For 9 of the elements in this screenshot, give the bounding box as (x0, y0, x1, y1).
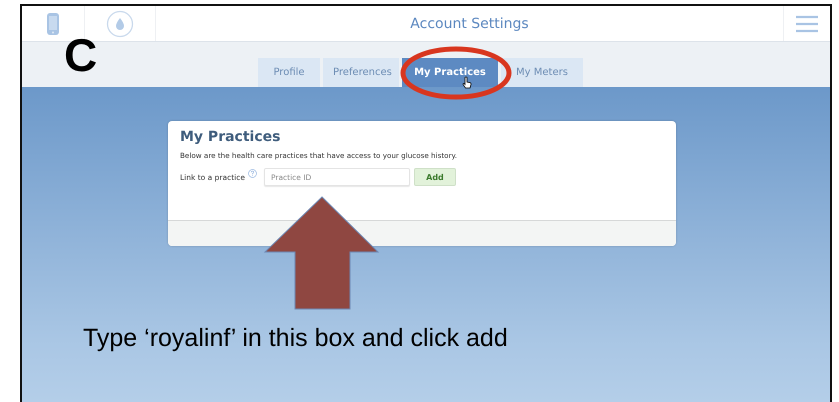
card-title: My Practices (180, 129, 282, 145)
tab[interactable]: Preferences (323, 58, 399, 87)
add-button[interactable]: Add (414, 168, 456, 186)
tab[interactable]: Profile (258, 58, 320, 87)
tab[interactable]: My Meters (501, 58, 583, 87)
window-title: Account Settings (409, 16, 530, 32)
instruction-text: Type ‘royalinf’ in this box and click add (83, 324, 508, 353)
step-letter: C (64, 28, 98, 82)
tab[interactable]: My Practices (402, 58, 498, 87)
